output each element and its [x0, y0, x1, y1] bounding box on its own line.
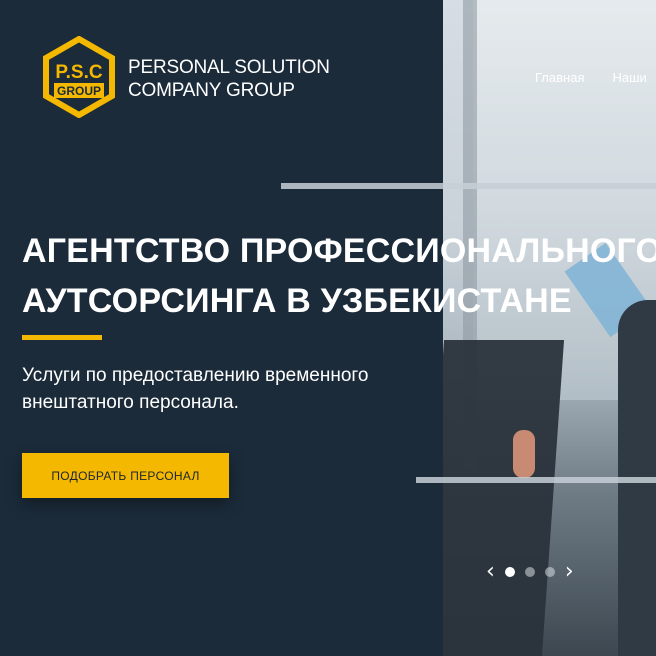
nav-item-home[interactable]: Главная — [535, 70, 584, 85]
photo-hand — [513, 430, 535, 478]
brand-name-line1: PERSONAL SOLUTION — [128, 57, 330, 78]
hero-title-line1: АГЕНТСТВО ПРОФЕССИОНАЛЬНОГО — [22, 232, 656, 270]
decorative-line-bottom — [416, 477, 656, 483]
brand-name-line2: COMPANY GROUP — [128, 80, 295, 101]
main-nav: Главная Наши — [535, 70, 647, 85]
nav-item-ours[interactable]: Наши — [612, 70, 646, 85]
hexagon-logo-icon[interactable]: P.S.C GROUP — [42, 36, 116, 118]
slider-dot-1[interactable] — [504, 567, 515, 577]
hero-background-photo — [443, 0, 656, 656]
logo-text-group: GROUP — [57, 84, 101, 98]
find-staff-button[interactable]: ПОДОБРАТЬ ПЕРСОНАЛ — [22, 453, 229, 498]
slider-dot-3[interactable] — [544, 567, 555, 577]
brand-name: PERSONAL SOLUTION COMPANY GROUP — [128, 56, 330, 102]
hero-subtitle-line2: внештатного персонала. — [22, 392, 239, 413]
chevron-left-icon[interactable]: ‹ — [486, 561, 495, 583]
hero-subtitle: Услуги по предоставлению временного внеш… — [22, 362, 462, 416]
decorative-line-top — [281, 183, 656, 189]
chevron-right-icon[interactable]: › — [565, 561, 574, 583]
slider-dot-2[interactable] — [524, 567, 535, 577]
hero-title-line2: АУТСОРСИНГА В УЗБЕКИСТАНЕ — [22, 282, 572, 320]
logo-text-psc: P.S.C — [55, 62, 102, 83]
hero-subtitle-line1: Услуги по предоставлению временного — [22, 365, 369, 386]
hero-title: АГЕНТСТВО ПРОФЕССИОНАЛЬНОГО АУТСОРСИНГА … — [22, 226, 656, 326]
slider-controls: ‹ › — [486, 561, 574, 583]
title-accent-bar — [22, 335, 102, 340]
